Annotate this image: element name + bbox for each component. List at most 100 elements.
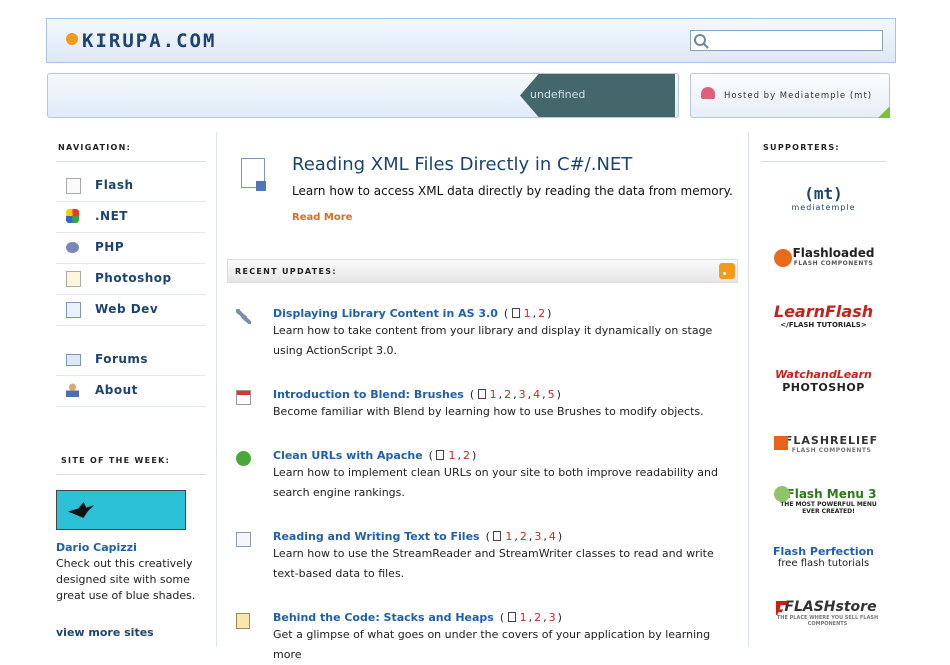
sponsor-tagline: </FLASH TUTORIALS> (780, 321, 867, 329)
update-title-link[interactable]: Introduction to Blend: Brushes (273, 388, 464, 401)
site-logo[interactable]: KIRUPA.COM (82, 30, 216, 52)
update-description: Learn how to use the StreamReader and St… (273, 547, 714, 580)
page-link[interactable]: 4 (549, 530, 556, 543)
sidebar-item-photoshop[interactable]: Photoshop (56, 263, 206, 295)
sponsor-watchandlearn[interactable]: WatchandLearn PHOTOSHOP (761, 368, 886, 394)
read-more-link[interactable]: Read More (292, 212, 352, 223)
orange-icon (66, 33, 78, 45)
checkmark-icon (236, 451, 251, 466)
sponsor-tagline: THE MOST POWERFUL MENU EVER CREATED! (780, 501, 877, 515)
page-links: ( 1, 2, 3, 4) (485, 530, 563, 543)
supporters-heading: SUPPORTERS: (763, 143, 840, 152)
sidebar-item-label: .NET (95, 209, 128, 223)
sidebar-item-about[interactable]: About (56, 375, 206, 407)
divider (761, 161, 886, 162)
search-input[interactable] (690, 30, 883, 51)
page-link[interactable]: 4 (533, 388, 540, 401)
php-icon (66, 242, 79, 253)
sidebar-item-forums[interactable]: Forums (56, 344, 206, 376)
divider (56, 474, 206, 475)
sponsor-tagline: THE PLACE WHERE YOU SELL FLASH COMPONENT… (776, 615, 879, 627)
page-link[interactable]: 2 (520, 530, 527, 543)
sponsor-tagline: PHOTOSHOP (782, 381, 865, 394)
page-link[interactable]: 1 (524, 307, 531, 320)
forums-icon (66, 354, 81, 366)
column-divider (216, 132, 217, 647)
page-link[interactable]: 3 (519, 388, 526, 401)
document-icon (241, 158, 266, 191)
sponsor-logo-text: LearnFlash (773, 302, 874, 321)
sidebar-item-webdev[interactable]: Web Dev (56, 294, 206, 326)
update-title-link[interactable]: Displaying Library Content in AS 3.0 (273, 307, 498, 320)
document-icon (507, 612, 516, 622)
search-icon (694, 34, 706, 46)
rss-icon[interactable] (719, 263, 735, 279)
update-description: Become familiar with Blend by learning h… (273, 405, 704, 418)
sponsor-mediatemple[interactable]: (mt) mediatemple (761, 184, 886, 212)
page-link[interactable]: 2 (504, 388, 511, 401)
sotw-heading: SITE OF THE WEEK: (61, 456, 171, 465)
wrench-icon (236, 309, 251, 324)
page-link[interactable]: 1 (520, 611, 527, 624)
sotw-name-link[interactable]: Dario Capizzi (56, 541, 137, 554)
divider (56, 161, 206, 162)
page-links: ( 1, 2, 3) (499, 611, 562, 624)
page-links: ( 1, 2) (428, 449, 477, 462)
update-title-link[interactable]: Reading and Writing Text to Files (273, 530, 480, 543)
page-link[interactable]: 3 (549, 611, 556, 624)
sponsor-tagline: mediatemple (791, 203, 856, 212)
update-description: Get a glimpse of what goes on under the … (273, 628, 711, 661)
page-links: ( 1, 2, 3, 4, 5) (469, 388, 561, 401)
page-link[interactable]: 3 (534, 530, 541, 543)
document-icon (511, 308, 520, 318)
sponsor-tagline: free flash tutorials (777, 558, 870, 569)
column-divider (748, 132, 749, 647)
sidebar-item-dotnet[interactable]: .NET (56, 201, 206, 233)
document-icon (493, 531, 502, 541)
sidebar-item-label: Photoshop (95, 271, 172, 285)
feature-description: Learn how to access XML data directly by… (292, 184, 733, 198)
dotnet-icon (66, 209, 79, 223)
sponsor-logo-text: Flash Perfection (772, 545, 875, 558)
page-link[interactable]: 5 (548, 388, 555, 401)
page-link[interactable]: 2 (463, 449, 470, 462)
calendar-icon (236, 390, 251, 405)
sponsor-logo-text: WatchandLearn (775, 368, 872, 381)
updates-heading: RECENT UPDATES: (235, 267, 337, 276)
page-link[interactable]: 1 (490, 388, 497, 401)
page-link[interactable]: 2 (538, 307, 545, 320)
sidebar-item-php[interactable]: PHP (56, 232, 206, 264)
sponsor-flashperfection[interactable]: Flash Perfection free flash tutorials (761, 545, 886, 569)
view-more-link[interactable]: view more sites (56, 626, 154, 639)
sponsor-logo-text: (mt) (804, 184, 843, 203)
flashrelief-icon (774, 436, 788, 450)
person-icon (66, 383, 79, 397)
flashmenu-icon (774, 486, 790, 502)
webdev-icon (66, 302, 81, 318)
sidebar-item-label: Web Dev (95, 302, 159, 316)
page-icon (66, 178, 81, 194)
page-link[interactable]: 1 (448, 449, 455, 462)
feature-title-link[interactable]: Reading XML Files Directly in C#/.NET (292, 154, 632, 175)
nav-heading: NAVIGATION: (58, 143, 132, 152)
flashloaded-icon (774, 249, 792, 267)
page-links: ( 1, 2) (503, 307, 552, 320)
sponsor-learnflash[interactable]: LearnFlash </FLASH TUTORIALS> (761, 302, 886, 329)
page-link[interactable]: 1 (505, 530, 512, 543)
update-description: Learn how to take content from your libr… (273, 324, 713, 357)
document-icon (477, 389, 486, 399)
sidebar-item-label: PHP (95, 240, 125, 254)
host-label: Hosted by Mediatemple (mt) (724, 91, 873, 101)
update-title-link[interactable]: Clean URLs with Apache (273, 449, 423, 462)
sidebar-item-flash[interactable]: Flash (56, 170, 206, 202)
text-icon (236, 532, 251, 547)
update-title-link[interactable]: Behind the Code: Stacks and Heaps (273, 611, 494, 624)
sidebar-item-label: About (95, 383, 138, 397)
banner-tag-label: undefined (530, 88, 586, 101)
pencil-icon (66, 271, 81, 287)
heart-icon (701, 87, 715, 99)
sidebar-item-label: Forums (95, 352, 149, 366)
sotw-description: Check out this creatively designed site … (56, 557, 196, 602)
page-link[interactable]: 2 (534, 611, 541, 624)
clipboard-icon (236, 613, 250, 629)
